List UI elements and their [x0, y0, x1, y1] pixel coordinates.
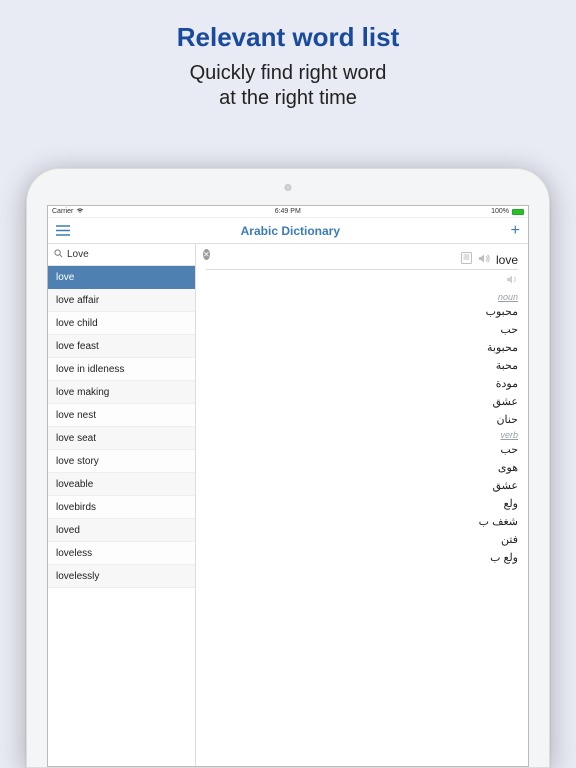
menu-icon[interactable] [56, 224, 70, 238]
search-input[interactable] [67, 249, 199, 260]
word-list-item[interactable]: love seat [48, 427, 195, 450]
word-list-item[interactable]: lovebirds [48, 496, 195, 519]
word-list-item[interactable]: love making [48, 381, 195, 404]
search-row: ✕ [48, 244, 195, 266]
status-bar: Carrier 6:49 PM 100% [48, 206, 528, 218]
device-screen: Carrier 6:49 PM 100% Arabic Dictionary + [47, 205, 529, 767]
word-list-item[interactable]: loveable [48, 473, 195, 496]
translation-verb: هوى [206, 458, 518, 476]
translation-noun: عشق [206, 392, 518, 410]
device-frame: Carrier 6:49 PM 100% Arabic Dictionary + [26, 168, 550, 768]
detail-header: love [206, 250, 518, 270]
word-list-item[interactable]: loved [48, 519, 195, 542]
promo-sub-line2: at the right time [219, 87, 357, 109]
carrier-label: Carrier [52, 208, 73, 215]
wifi-icon [76, 207, 84, 216]
speaker-icon[interactable] [478, 253, 490, 267]
translation-verb: فتن [206, 530, 518, 548]
search-icon [54, 249, 63, 260]
add-button[interactable]: + [511, 223, 520, 239]
promo-sub-line1: Quickly find right word [190, 62, 387, 84]
nav-bar: Arabic Dictionary + [48, 218, 528, 244]
battery-icon [512, 209, 524, 215]
document-icon[interactable] [461, 252, 472, 267]
translation-verb: شغف ب [206, 512, 518, 530]
translation-noun: محبة [206, 356, 518, 374]
pronounce-icon[interactable] [506, 274, 518, 288]
word-list-item[interactable]: love story [48, 450, 195, 473]
word-list-item[interactable]: love feast [48, 335, 195, 358]
word-list-item[interactable]: lovelessly [48, 565, 195, 588]
word-list-item[interactable]: loveless [48, 542, 195, 565]
device-camera-dot [285, 184, 292, 191]
promo-subtitle: Quickly find right word at the right tim… [0, 61, 576, 111]
translation-noun: محبوب [206, 302, 518, 320]
pos-noun-label: noun [206, 290, 518, 302]
translation-verb: حب [206, 440, 518, 458]
translation-noun: حنان [206, 410, 518, 428]
word-list-item[interactable]: love child [48, 312, 195, 335]
translation-noun: محبوبة [206, 338, 518, 356]
status-time: 6:49 PM [275, 208, 301, 215]
word-list-item[interactable]: love nest [48, 404, 195, 427]
detail-pane: love noun محبوبحبمحبوبةمحبةمودةعشقحنان v… [196, 244, 528, 766]
translation-noun: مودة [206, 374, 518, 392]
word-list[interactable]: lovelove affairlove childlove feastlove … [48, 266, 195, 766]
word-list-item[interactable]: love [48, 266, 195, 289]
translation-verb: ولع [206, 494, 518, 512]
nav-title: Arabic Dictionary [241, 224, 340, 238]
translation-noun: حب [206, 320, 518, 338]
promo-title: Relevant word list [0, 0, 576, 53]
word-list-item[interactable]: love in idleness [48, 358, 195, 381]
sidebar: ✕ lovelove affairlove childlove feastlov… [48, 244, 196, 766]
headword: love [496, 253, 518, 267]
translation-verb: عشق [206, 476, 518, 494]
pos-verb-label: verb [206, 428, 518, 440]
translation-verb: ولع ب [206, 548, 518, 566]
word-list-item[interactable]: love affair [48, 289, 195, 312]
battery-percent: 100% [491, 208, 509, 215]
